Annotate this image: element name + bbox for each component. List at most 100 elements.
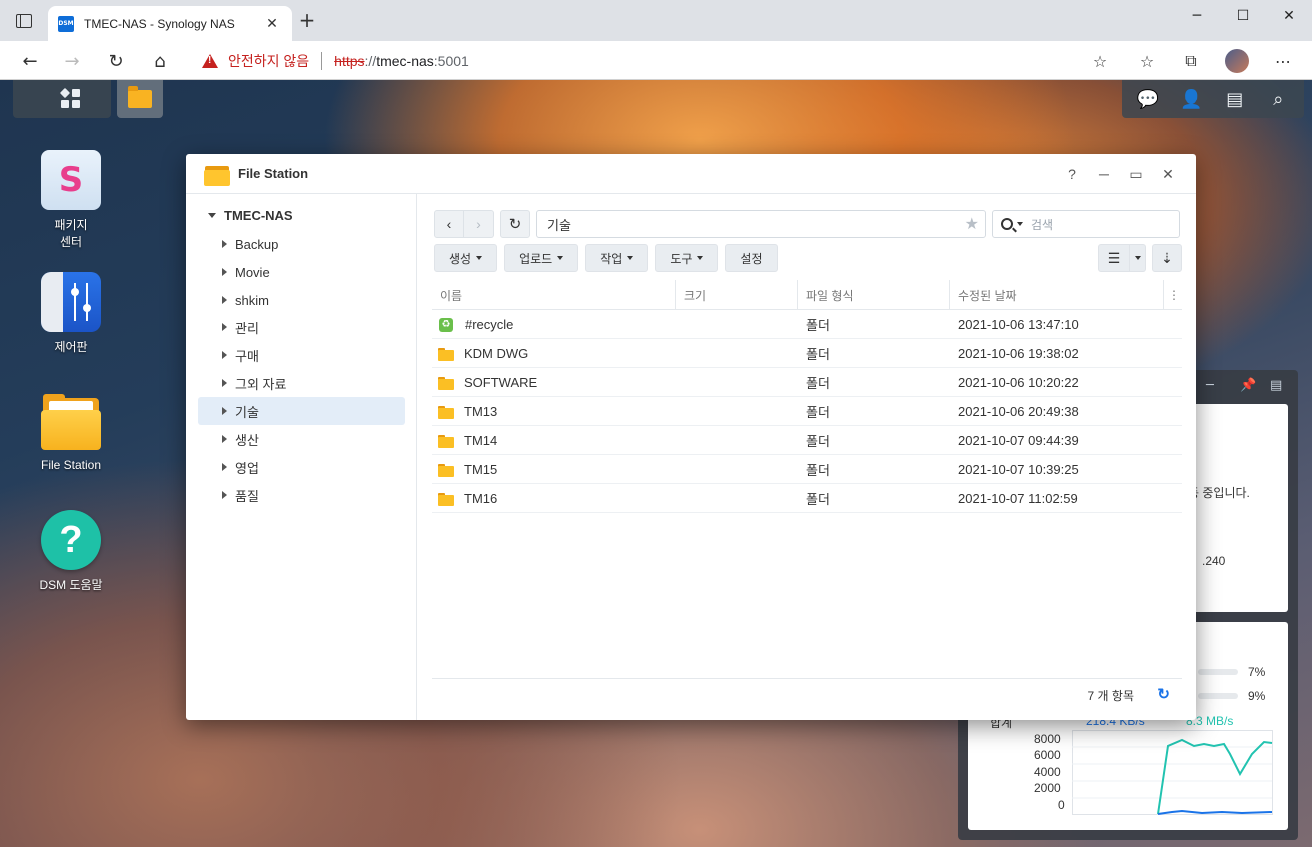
column-header-name[interactable]: 이름 (432, 280, 676, 310)
view-mode-dropdown[interactable] (1130, 244, 1146, 272)
path-field[interactable]: 기술 ★ (536, 210, 986, 238)
collapsed-arrow-icon[interactable] (222, 379, 227, 387)
collapsed-arrow-icon[interactable] (222, 240, 227, 248)
search-input[interactable]: 검색 (992, 210, 1180, 238)
forward-button[interactable]: › (464, 210, 494, 238)
column-header-type[interactable]: 파일 형식 (798, 280, 950, 310)
main-menu-icon[interactable] (59, 87, 81, 109)
tree-item-quality[interactable]: 품질 (198, 481, 405, 509)
footer-refresh-icon[interactable]: ↻ (1157, 685, 1170, 703)
address-bar[interactable]: 안전하지 않음 https://tmec-nas:5001 (190, 45, 1120, 76)
column-header-size[interactable]: 크기 (676, 280, 798, 310)
taskbar-file-station[interactable] (117, 80, 163, 118)
expand-arrow-icon[interactable] (208, 213, 216, 218)
tree-root-node[interactable]: TMEC-NAS (208, 208, 293, 223)
widgets-icon[interactable]: ▤ (1224, 88, 1246, 110)
address-divider (321, 51, 323, 70)
search-icon[interactable]: ⌕ (1267, 88, 1289, 110)
security-label[interactable]: 안전하지 않음 (228, 51, 309, 71)
table-row[interactable]: TM15 폴더 2021-10-07 10:39:25 (432, 455, 1182, 484)
desktop-control-panel[interactable]: 제어판 (16, 272, 126, 355)
upload-button[interactable]: 업로드 (504, 244, 579, 272)
pin-icon[interactable]: 📌 (1240, 378, 1256, 393)
tools-button[interactable]: 도구 (655, 244, 719, 272)
collapsed-arrow-icon[interactable] (222, 351, 227, 359)
tree-item-purchase[interactable]: 구매 (198, 341, 405, 369)
button-label: 작업 (600, 251, 623, 266)
tab-actions-icon[interactable] (16, 14, 32, 28)
collapsed-arrow-icon[interactable] (222, 268, 227, 276)
button-label: 도구 (670, 251, 693, 266)
table-row[interactable]: TM13 폴더 2021-10-06 20:49:38 (432, 397, 1182, 426)
table-row[interactable]: TM14 폴더 2021-10-07 09:44:39 (432, 426, 1182, 455)
browser-tab[interactable]: DSM TMEC-NAS - Synology NAS ✕ (48, 6, 292, 41)
file-modified: 2021-10-07 11:02:59 (958, 491, 1078, 506)
minimize-icon[interactable]: ─ (1174, 0, 1220, 32)
favorites-icon[interactable]: ☆ (1134, 49, 1160, 73)
more-menu-icon[interactable]: ⋯ (1270, 49, 1296, 73)
column-header-modified[interactable]: 수정된 날짜 (950, 280, 1164, 310)
table-row[interactable]: KDM DWG 폴더 2021-10-06 19:38:02 (432, 339, 1182, 368)
collapsed-arrow-icon[interactable] (222, 407, 227, 415)
tree-item-other-data[interactable]: 그외 자료 (198, 369, 405, 397)
button-label: 생성 (449, 251, 472, 266)
refresh-button[interactable]: ↻ (500, 210, 530, 238)
column-options-icon[interactable]: ⋮ (1164, 280, 1182, 310)
desktop-package-center[interactable]: 패키지 센터 (16, 150, 126, 250)
tree-item-production[interactable]: 생산 (198, 425, 405, 453)
collapsed-arrow-icon[interactable] (222, 296, 227, 304)
back-button[interactable]: ‹ (434, 210, 464, 238)
tree-item-sales[interactable]: 영업 (198, 453, 405, 481)
chat-icon[interactable]: 💬 (1137, 88, 1159, 110)
window-maximize-icon[interactable]: ▭ (1126, 164, 1146, 184)
folder-icon (438, 463, 454, 477)
window-titlebar[interactable]: File Station ? ─ ▭ ✕ (186, 154, 1196, 194)
widget-settings-icon[interactable]: ▤ (1270, 378, 1282, 393)
table-row[interactable]: TM16 폴더 2021-10-07 11:02:59 (432, 484, 1182, 513)
reload-icon[interactable]: ↻ (102, 47, 130, 75)
list-view-button[interactable]: ☰ (1098, 244, 1130, 272)
tree-item-backup[interactable]: Backup (198, 230, 405, 258)
desktop-icon-label: 센터 (59, 235, 83, 249)
taskbar-main-menu[interactable] (13, 80, 111, 118)
new-tab-icon[interactable]: + (296, 10, 318, 32)
add-favorite-icon[interactable]: ☆ (1087, 49, 1113, 73)
search-options-caret-icon[interactable] (1017, 222, 1023, 226)
table-row[interactable]: SOFTWARE 폴더 2021-10-06 10:20:22 (432, 368, 1182, 397)
tree-item-technology[interactable]: 기술 (198, 397, 405, 425)
collapsed-arrow-icon[interactable] (222, 491, 227, 499)
minimize-widget-icon[interactable]: ─ (1206, 378, 1214, 393)
window-close-icon[interactable]: ✕ (1158, 164, 1178, 184)
history-nav: ‹ › (434, 210, 494, 238)
settings-button[interactable]: 설정 (725, 244, 778, 272)
collapsed-arrow-icon[interactable] (222, 323, 227, 331)
sort-button[interactable]: ⇣ (1152, 244, 1182, 272)
chevron-right-icon: › (476, 216, 481, 232)
maximize-icon[interactable]: ☐ (1220, 0, 1266, 32)
desktop-file-station[interactable]: File Station (16, 392, 126, 472)
user-icon[interactable]: 👤 (1180, 88, 1202, 110)
collapsed-arrow-icon[interactable] (222, 435, 227, 443)
desktop-dsm-help[interactable]: ? DSM 도움말 (16, 510, 126, 593)
tab-close-icon[interactable]: ✕ (262, 16, 282, 32)
create-button[interactable]: 생성 (434, 244, 498, 272)
favorite-star-icon[interactable]: ★ (965, 214, 979, 234)
close-window-icon[interactable]: ✕ (1266, 0, 1312, 32)
help-question-icon[interactable]: ? (1062, 164, 1082, 184)
tree-item-movie[interactable]: Movie (198, 258, 405, 286)
tree-item-shkim[interactable]: shkim (198, 286, 405, 314)
tree-item-label: 관리 (235, 320, 259, 336)
tree-item-management[interactable]: 관리 (198, 313, 405, 341)
profile-avatar[interactable] (1224, 49, 1250, 73)
taskbar-tray: 💬 👤 ▤ ⌕ (1122, 80, 1304, 118)
forward-arrow-icon[interactable]: → (58, 47, 86, 75)
home-icon[interactable]: ⌂ (146, 47, 174, 75)
window-minimize-icon[interactable]: ─ (1094, 164, 1114, 184)
table-row[interactable]: ♻ #recycle 폴더 2021-10-06 13:47:10 (432, 310, 1182, 339)
back-arrow-icon[interactable]: ← (16, 47, 44, 75)
collections-icon[interactable]: ⧉ (1178, 49, 1204, 73)
collapsed-arrow-icon[interactable] (222, 463, 227, 471)
folder-tree: TMEC-NAS Backup Movie shkim 관리 구매 그외 자료 … (186, 194, 417, 720)
button-label: 설정 (740, 251, 763, 266)
action-button[interactable]: 작업 (585, 244, 649, 272)
